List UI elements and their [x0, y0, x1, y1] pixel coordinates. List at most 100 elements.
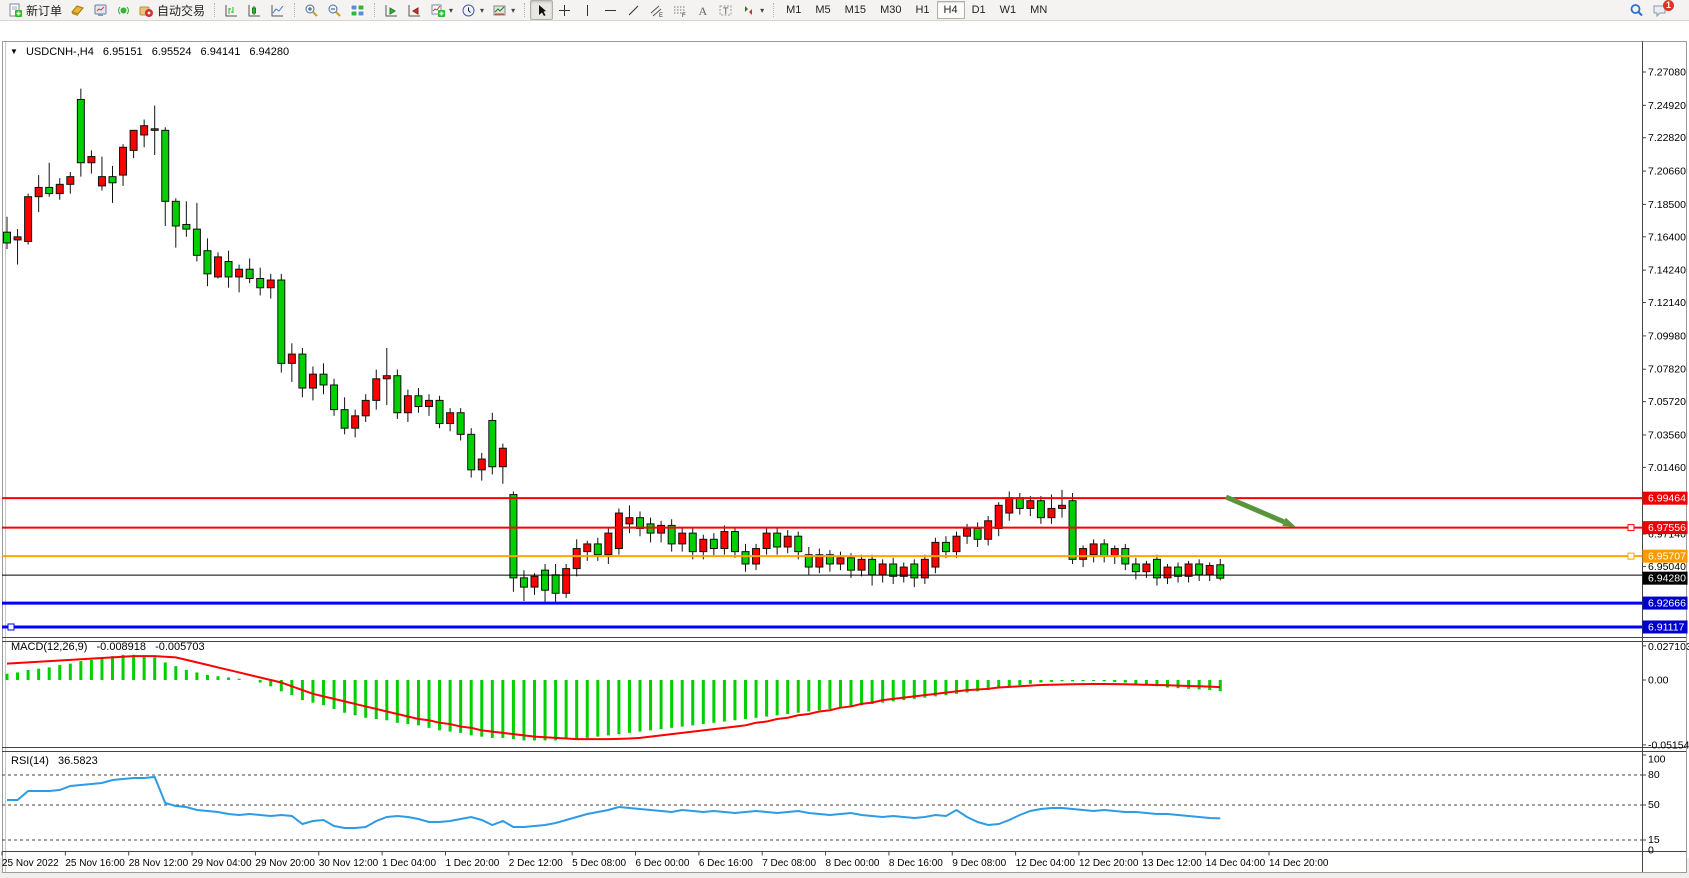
svg-text:14 Dec 04:00: 14 Dec 04:00 [1206, 858, 1266, 869]
signals-button[interactable] [112, 0, 135, 20]
trendline-button[interactable] [622, 0, 645, 20]
zoom-out-button[interactable] [323, 0, 346, 20]
svg-text:7.12140: 7.12140 [1648, 297, 1686, 309]
vertical-line-button[interactable] [576, 0, 599, 20]
bar-chart-button[interactable] [220, 0, 243, 20]
ohlc-low: 6.94141 [201, 46, 241, 58]
timeframe-button-h1[interactable]: H1 [908, 1, 936, 19]
svg-text:29 Nov 04:00: 29 Nov 04:00 [192, 858, 252, 869]
signals-icon [116, 3, 131, 18]
line-chart-button[interactable] [266, 0, 289, 20]
text-label-button[interactable]: T [714, 0, 737, 20]
one-click-trading-arrow[interactable]: ▼ [10, 47, 18, 56]
svg-text:100: 100 [1648, 754, 1666, 766]
svg-text:7 Dec 08:00: 7 Dec 08:00 [762, 858, 816, 869]
svg-text:0.027103: 0.027103 [1648, 641, 1689, 653]
equidistant-channel-button[interactable]: E [645, 0, 668, 20]
svg-text:5 Dec 08:00: 5 Dec 08:00 [572, 858, 626, 869]
svg-text:-0.051546: -0.051546 [1648, 739, 1689, 751]
svg-text:6.91117: 6.91117 [1648, 621, 1685, 633]
channel-icon: E [649, 3, 664, 18]
new-order-button[interactable]: 新订单 [4, 0, 66, 20]
notification-badge: 1 [1663, 0, 1674, 11]
new-order-icon [8, 3, 23, 18]
dropdown-caret-icon[interactable]: ▾ [511, 6, 515, 15]
autotrading-button-label: 自动交易 [157, 2, 205, 19]
toolbar-separator [214, 3, 215, 17]
zoom-out-icon [327, 3, 342, 18]
timeframe-button-m15[interactable]: M15 [838, 1, 873, 19]
fibo-icon: F [672, 3, 687, 18]
new-chart-button[interactable]: ▾ [426, 0, 457, 20]
market-watch-button[interactable] [89, 0, 112, 20]
svg-text:14 Dec 20:00: 14 Dec 20:00 [1269, 858, 1329, 869]
periods-button[interactable]: ▾ [457, 0, 488, 20]
vline-icon [580, 3, 595, 18]
chart-window[interactable]: 7.270807.249207.228207.206607.185007.164… [0, 20, 1689, 858]
dropdown-caret-icon[interactable]: ▾ [449, 6, 453, 15]
dropdown-caret-icon[interactable]: ▾ [480, 6, 484, 15]
chart-shift-button[interactable] [403, 0, 426, 20]
tile-windows-button[interactable] [346, 0, 369, 20]
chart-canvas[interactable]: 7.270807.249207.228207.206607.185007.164… [0, 20, 1689, 878]
ohlc-open: 6.95151 [103, 46, 143, 58]
svg-text:7.14240: 7.14240 [1648, 265, 1686, 277]
metaeditor-button[interactable] [66, 0, 89, 20]
rsi-name: RSI(14) [11, 755, 49, 767]
search-button[interactable] [1625, 0, 1648, 20]
svg-text:12 Dec 04:00: 12 Dec 04:00 [1016, 858, 1076, 869]
macd-main-value: -0.008918 [96, 641, 146, 653]
svg-text:7.20660: 7.20660 [1648, 166, 1686, 178]
auto-scroll-button[interactable] [380, 0, 403, 20]
svg-text:T: T [723, 6, 729, 16]
chart-title: ▼ USDCNH-,H4 6.95151 6.95524 6.94141 6.9… [10, 46, 289, 58]
timeframe-button-h4[interactable]: H4 [937, 1, 965, 19]
arrows-button[interactable]: ▾ [737, 0, 768, 20]
svg-text:0: 0 [1648, 845, 1654, 857]
svg-text:13 Dec 12:00: 13 Dec 12:00 [1142, 858, 1202, 869]
svg-text:29 Nov 20:00: 29 Nov 20:00 [255, 858, 315, 869]
macd-name: MACD(12,26,9) [11, 641, 87, 653]
svg-text:6.94280: 6.94280 [1648, 573, 1686, 585]
text-button[interactable]: A [691, 0, 714, 20]
zoom-in-button[interactable] [300, 0, 323, 20]
horizontal-line-button[interactable] [599, 0, 622, 20]
svg-text:9 Dec 08:00: 9 Dec 08:00 [952, 858, 1006, 869]
svg-text:7.05720: 7.05720 [1648, 396, 1686, 408]
svg-text:28 Nov 12:00: 28 Nov 12:00 [129, 858, 189, 869]
trendline-icon [626, 3, 641, 18]
autotrading-button[interactable]: 自动交易 [135, 0, 209, 20]
search-icon [1629, 3, 1644, 18]
timeframe-button-m5[interactable]: M5 [808, 1, 837, 19]
toolbar-separator [773, 3, 774, 17]
svg-text:7.01460: 7.01460 [1648, 462, 1686, 474]
add-chart-icon [430, 3, 445, 18]
timeframe-button-w1[interactable]: W1 [993, 1, 1024, 19]
candles-icon [247, 3, 262, 18]
svg-text:7.22820: 7.22820 [1648, 132, 1686, 144]
chat-button[interactable]: 1 [1648, 0, 1685, 20]
fibonacci-button[interactable]: F [668, 0, 691, 20]
crosshair-button[interactable] [553, 0, 576, 20]
svg-text:7.03560: 7.03560 [1648, 429, 1686, 441]
autotrade-icon [139, 3, 154, 18]
timeframe-button-d1[interactable]: D1 [965, 1, 993, 19]
bar-chart-icon [224, 3, 239, 18]
dropdown-caret-icon[interactable]: ▾ [760, 6, 764, 15]
ohlc-high: 6.95524 [152, 46, 192, 58]
macd-signal-value: -0.005703 [155, 641, 205, 653]
svg-text:7.24920: 7.24920 [1648, 100, 1686, 112]
svg-text:1 Dec 20:00: 1 Dec 20:00 [445, 858, 499, 869]
svg-text:E: E [659, 13, 663, 18]
cursor-button[interactable] [530, 0, 553, 20]
timeframe-button-m30[interactable]: M30 [873, 1, 908, 19]
arrows-icon [741, 3, 756, 18]
timeframe-button-m1[interactable]: M1 [779, 1, 808, 19]
templates-button[interactable]: ▾ [488, 0, 519, 20]
toolbar-separator [374, 3, 375, 17]
timeframe-button-mn[interactable]: MN [1023, 1, 1054, 19]
cursor-icon [534, 3, 549, 18]
candlestick-chart-button[interactable] [243, 0, 266, 20]
chart-shift-icon [407, 3, 422, 18]
svg-text:7.16400: 7.16400 [1648, 231, 1686, 243]
